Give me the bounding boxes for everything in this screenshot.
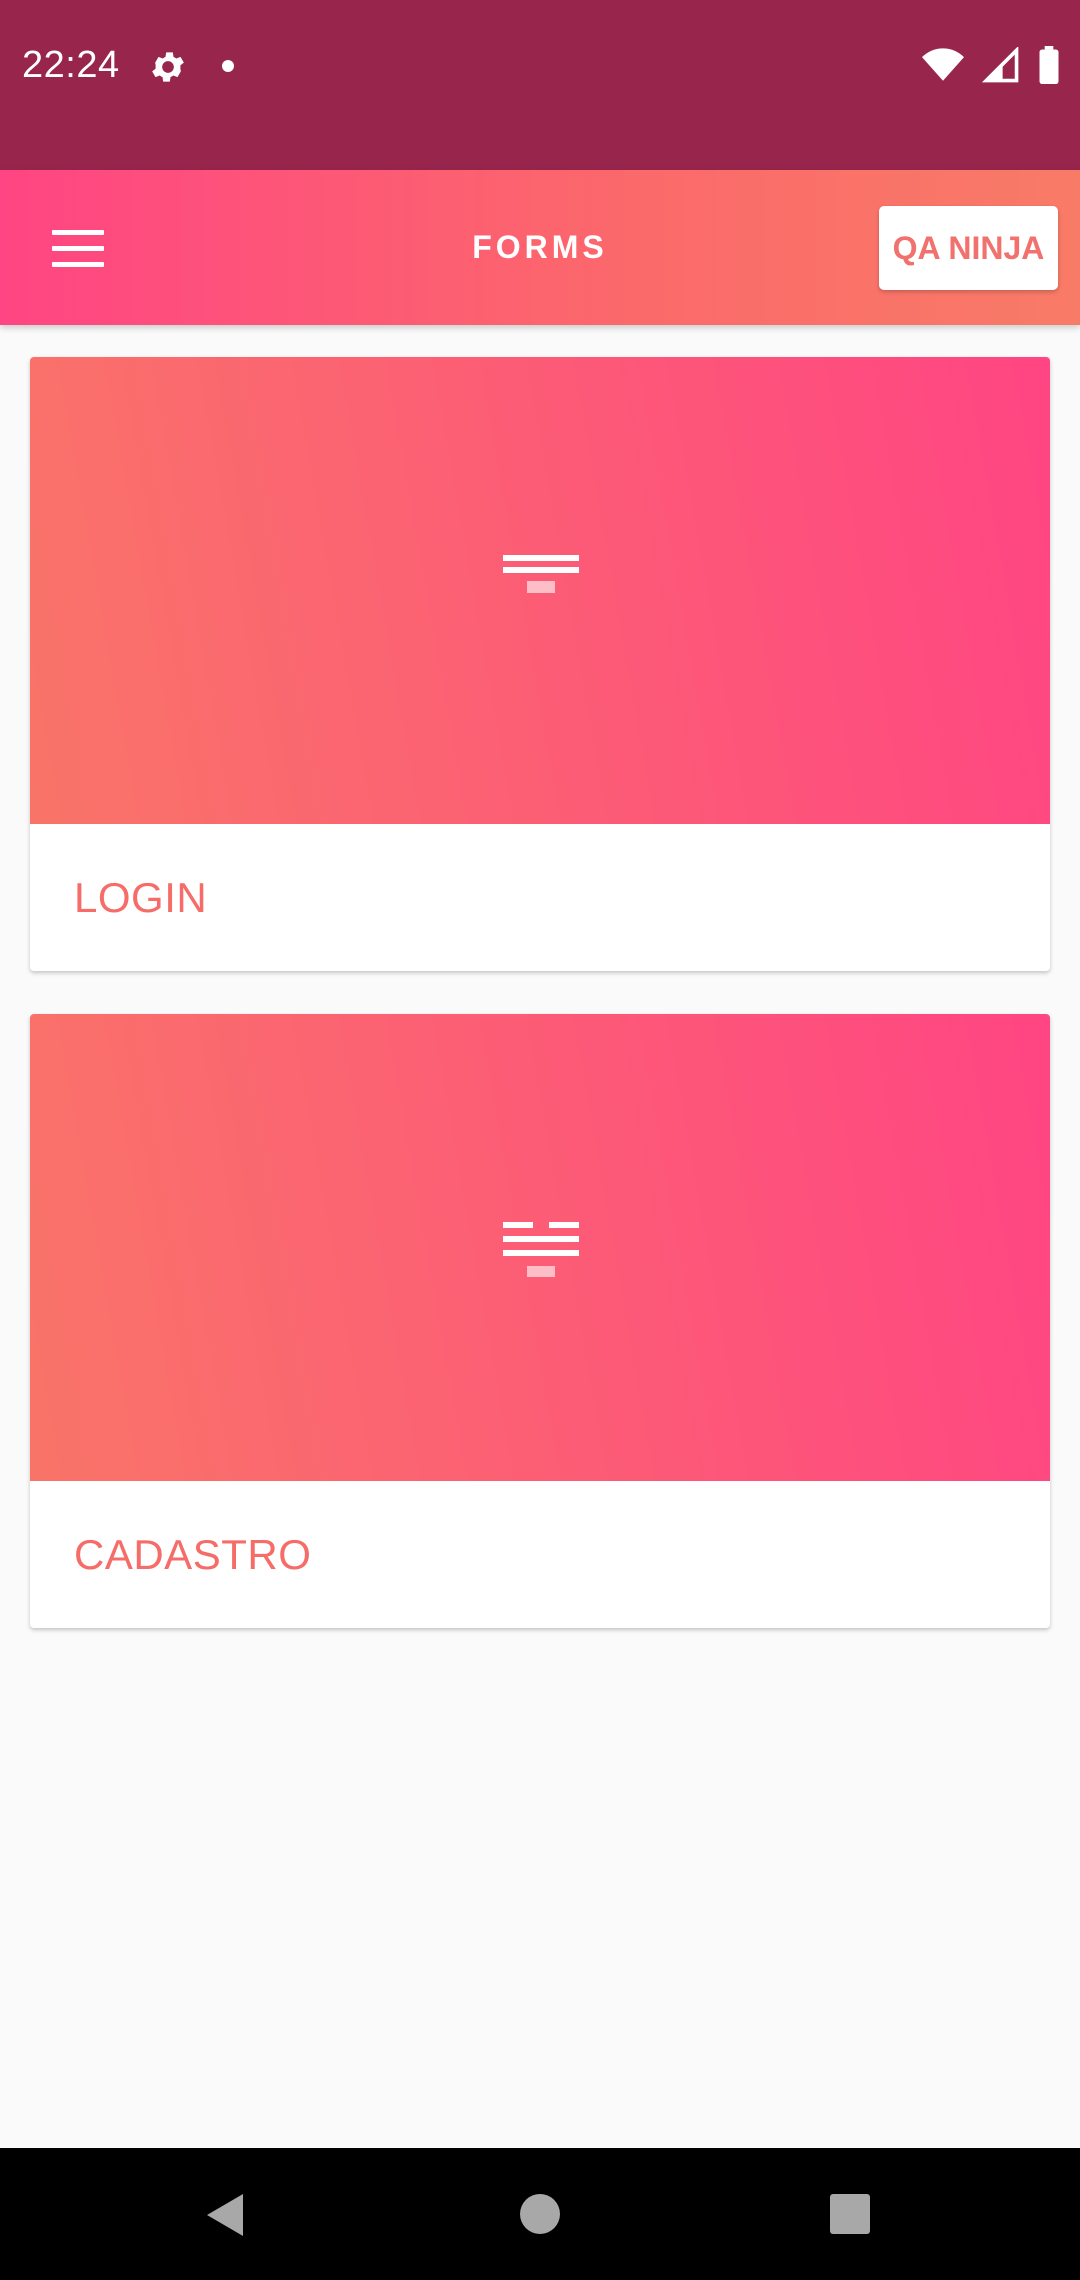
app-bar: FORMS QA NINJA: [0, 170, 1080, 325]
notification-dot-icon: [222, 60, 234, 72]
status-time: 22:24: [22, 44, 120, 86]
form-lines-icon: [503, 1222, 579, 1277]
card-media: [30, 1014, 1050, 1481]
card-media: [30, 357, 1050, 824]
status-bar: 22:24: [0, 0, 1080, 170]
hamburger-menu-icon[interactable]: [40, 212, 112, 284]
wifi-icon: [922, 48, 964, 81]
card-label: LOGIN: [74, 874, 208, 921]
cadastro-card[interactable]: CADASTRO: [30, 1014, 1050, 1628]
form-lines-icon: [503, 555, 579, 593]
login-card[interactable]: LOGIN: [30, 357, 1050, 971]
gear-icon: [152, 52, 184, 82]
battery-icon: [1039, 46, 1059, 84]
signal-icon: [982, 47, 1019, 83]
qa-ninja-button[interactable]: QA NINJA: [879, 206, 1058, 290]
recents-icon[interactable]: [830, 2194, 870, 2234]
home-icon[interactable]: [520, 2194, 560, 2234]
status-right-icons: [922, 46, 1060, 84]
card-label: CADASTRO: [74, 1531, 312, 1578]
back-icon[interactable]: [205, 2192, 245, 2238]
system-nav-bar: [0, 2148, 1080, 2280]
